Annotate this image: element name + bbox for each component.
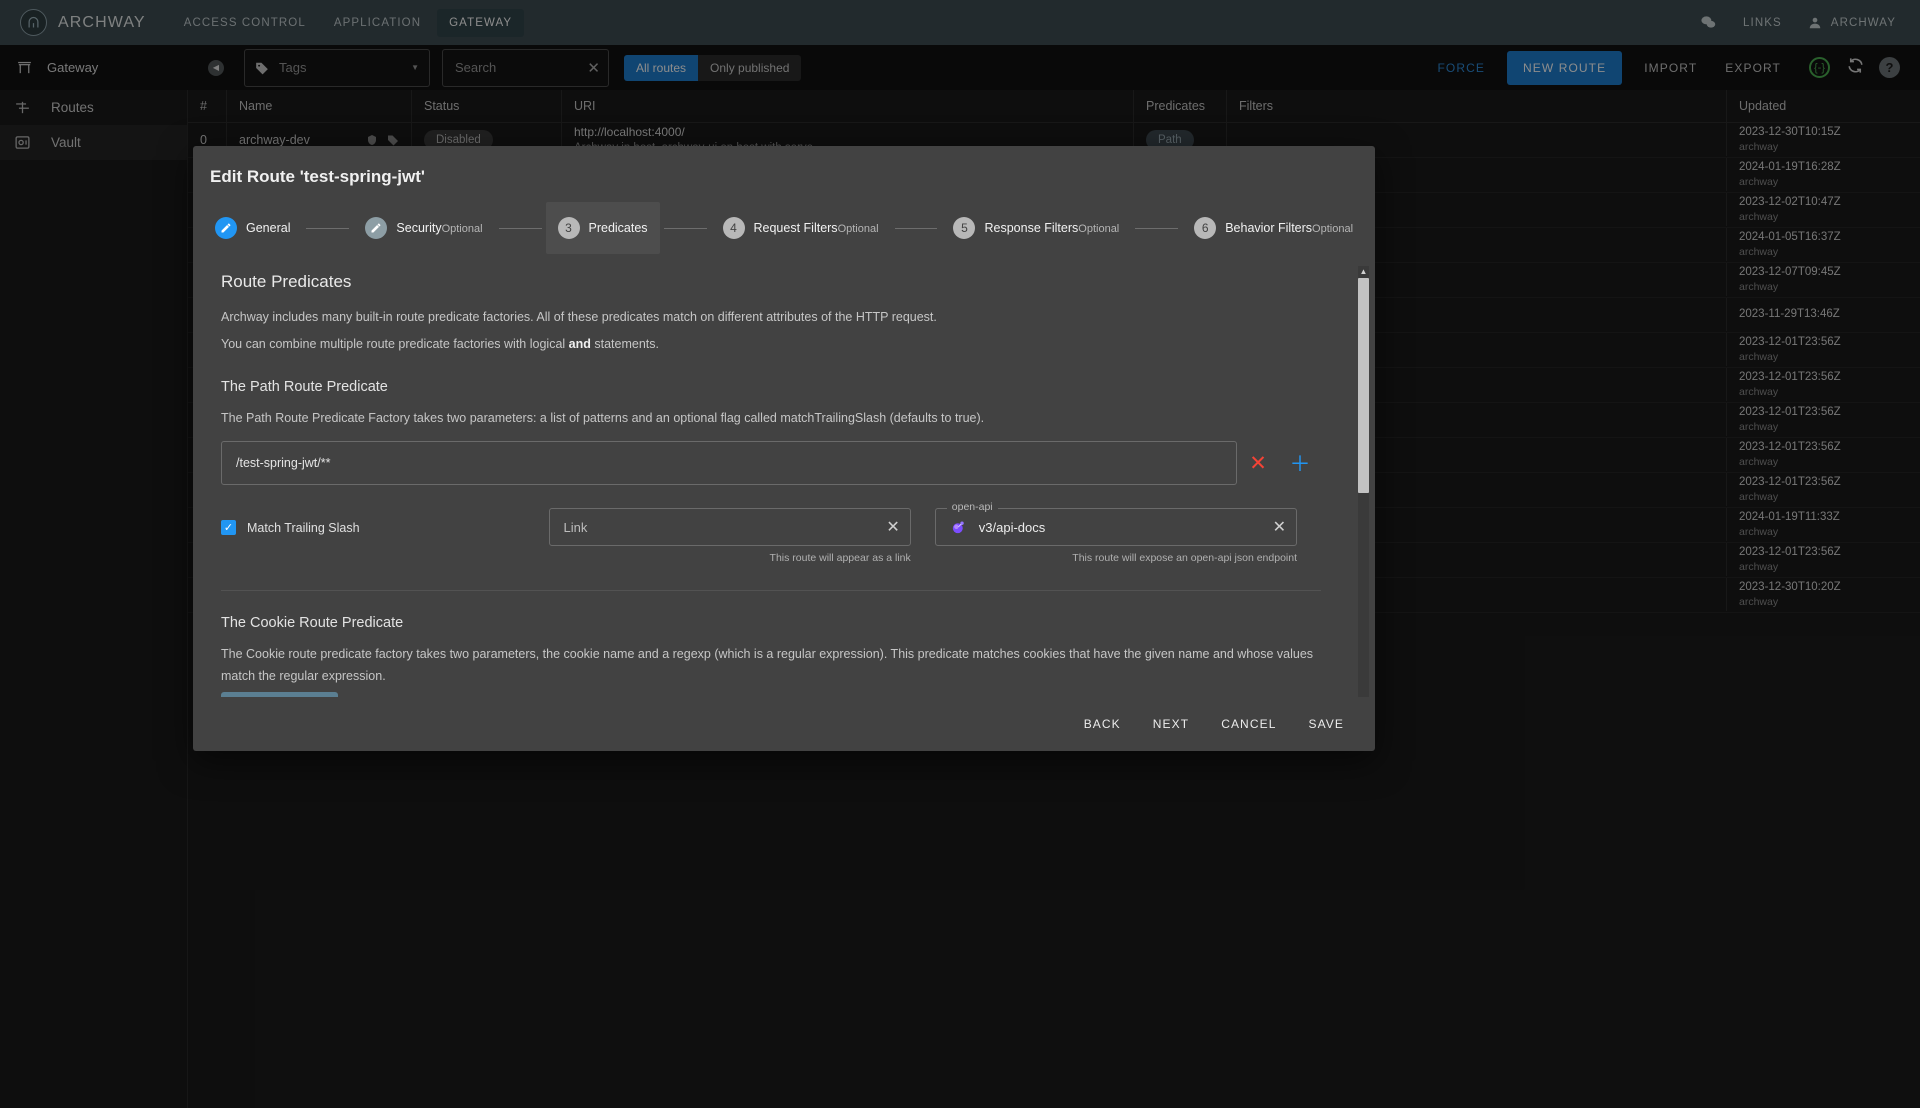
back-button[interactable]: BACK	[1071, 708, 1134, 740]
step-subtitle: Optional	[441, 223, 483, 235]
step-subtitle: Optional	[837, 223, 879, 235]
link-placeholder: Link	[563, 519, 588, 535]
step-label: SecurityOptional	[396, 219, 482, 237]
dialog-scrollbar[interactable]: ▲ ▼	[1358, 266, 1369, 697]
path-options-row: ✓ Match Trailing Slash Link ✕ This route…	[221, 501, 1321, 564]
step-indicator-icon: 3	[557, 217, 580, 239]
dialog-footer: BACK NEXT CANCEL SAVE	[193, 697, 1375, 751]
stepper-step-general[interactable]: General	[203, 202, 302, 254]
openapi-field: open-api v3/api-docs ✕ This route will e…	[934, 501, 1298, 564]
stepper-step-response-filters[interactable]: 5 Response FiltersOptional	[941, 202, 1131, 254]
match-trailing-slash-checkbox[interactable]: ✓ Match Trailing Slash	[221, 508, 549, 535]
stepper-connector	[663, 227, 707, 229]
cookie-predicate-desc: The Cookie route predicate factory takes…	[221, 647, 1314, 683]
link-hint: This route will appear as a link	[769, 552, 911, 564]
intro-paragraph-1: Archway includes many built-in route pre…	[221, 310, 937, 324]
save-button[interactable]: SAVE	[1295, 708, 1357, 740]
step-indicator-icon: 6	[1194, 217, 1217, 239]
step-title: Predicates	[588, 221, 648, 235]
section-heading: Route Predicates	[221, 272, 352, 291]
wizard-stepper: General SecurityOptional 3 Predicates 4 Reque…	[193, 202, 1375, 254]
openapi-legend: open-api	[946, 501, 998, 513]
step-subtitle: Optional	[1312, 223, 1354, 235]
intro-2-bold: and	[568, 337, 591, 351]
scrollbar-thumb[interactable]	[1358, 278, 1369, 493]
link-input[interactable]: Link ✕	[548, 508, 911, 546]
dialog-title: Edit Route 'test-spring-jwt'	[210, 167, 425, 186]
step-label: General	[246, 219, 290, 237]
checkbox-box[interactable]: ✓	[221, 520, 236, 535]
step-label: Behavior FiltersOptional	[1225, 219, 1353, 237]
step-title: Request Filters	[753, 221, 838, 235]
step-title: Response Filters	[984, 221, 1079, 235]
step-title: Security	[396, 221, 442, 235]
scroll-up-icon[interactable]: ▲	[1358, 266, 1369, 277]
path-pattern-input[interactable]: /test-spring-jwt/**	[221, 441, 1237, 485]
step-indicator-icon: 4	[722, 217, 745, 239]
path-pattern-row: /test-spring-jwt/** ✕ ＋	[221, 441, 1321, 485]
stepper-step-behavior-filters[interactable]: 6 Behavior FiltersOptional	[1182, 202, 1365, 254]
stepper-step-predicates[interactable]: 3 Predicates	[545, 202, 660, 254]
cancel-button[interactable]: CANCEL	[1208, 708, 1289, 740]
link-field: Link ✕ This route will appear as a link	[548, 508, 911, 564]
add-pattern-icon[interactable]: ＋	[1279, 448, 1321, 478]
dialog-body: Route Predicates Archway includes many b…	[193, 262, 1375, 697]
step-label: Request FiltersOptional	[754, 219, 879, 237]
step-title: General	[246, 221, 291, 235]
path-predicate-heading: The Path Route Predicate	[221, 379, 388, 395]
openapi-hint: This route will expose an open-api json …	[1072, 552, 1298, 564]
clear-openapi-icon[interactable]: ✕	[1273, 517, 1286, 537]
remove-pattern-icon[interactable]: ✕	[1237, 451, 1279, 476]
stepper-connector	[894, 227, 938, 229]
cookie-predicate-heading: The Cookie Route Predicate	[221, 615, 404, 631]
add-cookie-button[interactable]: ADD COOKIE	[221, 692, 339, 697]
step-label: Response FiltersOptional	[984, 219, 1119, 237]
step-indicator-icon	[365, 217, 388, 239]
divider-1	[221, 590, 1321, 591]
stepper-connector	[306, 227, 350, 229]
step-indicator-icon	[215, 217, 237, 239]
intro-2-pre: You can combine multiple route predicate…	[221, 337, 569, 351]
stepper-step-security[interactable]: SecurityOptional	[353, 202, 494, 254]
stepper-connector	[498, 227, 542, 229]
openapi-input[interactable]: open-api v3/api-docs ✕	[934, 501, 1298, 546]
clear-link-icon[interactable]: ✕	[886, 517, 899, 537]
intro-2-post: statements.	[590, 337, 659, 351]
step-label: Predicates	[589, 219, 648, 237]
next-button[interactable]: NEXT	[1140, 708, 1202, 740]
match-trailing-slash-label: Match Trailing Slash	[247, 520, 360, 535]
intro-paragraph-2: You can combine multiple route predicate…	[221, 333, 1321, 355]
stepper-step-request-filters[interactable]: 4 Request FiltersOptional	[711, 202, 891, 254]
edit-route-dialog: Edit Route 'test-spring-jwt' General Secu…	[193, 146, 1375, 751]
openapi-value: v3/api-docs	[978, 519, 1046, 535]
step-indicator-icon: 5	[953, 217, 976, 239]
step-title: Behavior Filters	[1225, 221, 1313, 235]
step-subtitle: Optional	[1078, 223, 1120, 235]
path-predicate-desc: The Path Route Predicate Factory takes t…	[221, 411, 985, 425]
stepper-connector	[1135, 227, 1179, 229]
openapi-icon	[950, 519, 967, 536]
